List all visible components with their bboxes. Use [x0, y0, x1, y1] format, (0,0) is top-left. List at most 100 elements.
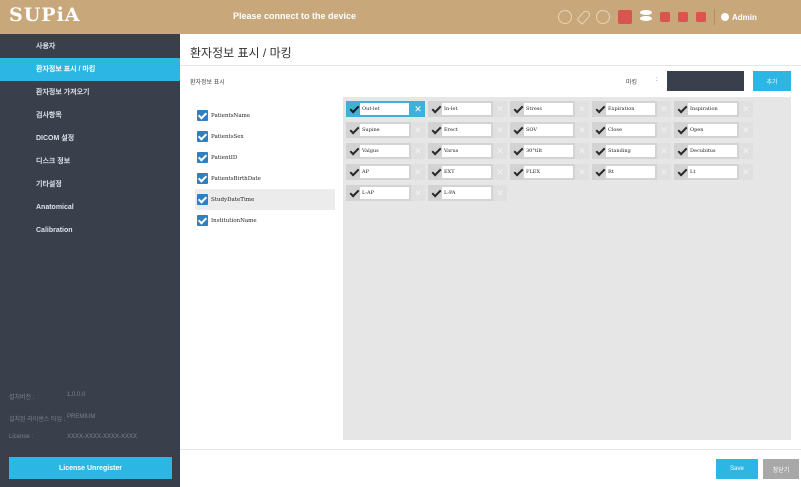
close-icon[interactable]: ✕	[493, 122, 507, 138]
marking-tag[interactable]: Out-let ✕	[346, 101, 425, 117]
close-icon[interactable]: ✕	[493, 164, 507, 180]
close-icon[interactable]: ✕	[657, 101, 671, 117]
close-icon[interactable]: ✕	[575, 101, 589, 117]
marking-tag[interactable]: AP ✕	[346, 164, 425, 180]
sidebar-item-calibration[interactable]: Calibration	[0, 219, 180, 242]
database-icon[interactable]	[640, 10, 652, 24]
marking-input[interactable]	[667, 71, 744, 91]
marking-tag[interactable]: Close ✕	[592, 122, 671, 138]
marking-tag[interactable]: Inspiration ✕	[674, 101, 753, 117]
list-item[interactable]: PatientID	[195, 147, 335, 168]
red-square-icon[interactable]	[618, 10, 632, 24]
close-icon[interactable]: ✕	[739, 164, 753, 180]
red-square-icon[interactable]	[660, 12, 670, 22]
marking-tag[interactable]: Valgus ✕	[346, 143, 425, 159]
check-icon[interactable]	[428, 143, 442, 159]
marking-tag[interactable]: Erect ✕	[428, 122, 507, 138]
check-icon[interactable]	[674, 143, 688, 159]
check-icon[interactable]	[674, 122, 688, 138]
marking-tag[interactable]: Stress ✕	[510, 101, 589, 117]
check-icon[interactable]	[346, 122, 360, 138]
checkbox[interactable]	[197, 215, 208, 226]
user-menu[interactable]: Admin	[721, 13, 757, 22]
close-window-button[interactable]: 창닫기	[763, 459, 799, 479]
marking-tag[interactable]: SOV ✕	[510, 122, 589, 138]
marking-tag[interactable]: Varus ✕	[428, 143, 507, 159]
close-icon[interactable]: ✕	[411, 164, 425, 180]
list-item[interactable]: PatientsBirthDate	[195, 168, 335, 189]
check-icon[interactable]	[592, 122, 606, 138]
close-icon[interactable]: ✕	[411, 122, 425, 138]
close-icon[interactable]: ✕	[657, 143, 671, 159]
check-icon[interactable]	[346, 143, 360, 159]
sidebar-item-patient-display-marking[interactable]: 환자정보 표시 / 마킹	[0, 58, 180, 81]
close-icon[interactable]: ✕	[739, 122, 753, 138]
sidebar-item-anatomical[interactable]: Anatomical	[0, 196, 180, 219]
close-icon[interactable]: ✕	[739, 101, 753, 117]
sidebar-item-disk-info[interactable]: 디스크 정보	[0, 150, 180, 173]
check-icon[interactable]	[674, 101, 688, 117]
check-icon[interactable]	[428, 164, 442, 180]
marking-tag[interactable]: 30°tilt ✕	[510, 143, 589, 159]
marking-tag[interactable]: Open ✕	[674, 122, 753, 138]
close-icon[interactable]: ✕	[493, 143, 507, 159]
list-item[interactable]: PatientsSex	[195, 126, 335, 147]
marking-tag[interactable]: Decubitus ✕	[674, 143, 753, 159]
check-icon[interactable]	[346, 164, 360, 180]
close-icon[interactable]: ✕	[575, 164, 589, 180]
list-item[interactable]: InstitutionName	[195, 210, 335, 231]
paperclip-icon[interactable]	[576, 9, 592, 25]
red-square-icon[interactable]	[696, 12, 706, 22]
red-square-icon[interactable]	[678, 12, 688, 22]
close-icon[interactable]: ✕	[411, 143, 425, 159]
close-icon[interactable]: ✕	[657, 122, 671, 138]
checkbox[interactable]	[197, 131, 208, 142]
marking-tag[interactable]: Expiration ✕	[592, 101, 671, 117]
checkbox[interactable]	[197, 152, 208, 163]
sidebar-item-users[interactable]: 사용자	[0, 35, 180, 58]
sidebar-item-dicom-settings[interactable]: DICOM 설정	[0, 127, 180, 150]
marking-tag[interactable]: In-let ✕	[428, 101, 507, 117]
close-icon[interactable]: ✕	[575, 122, 589, 138]
sidebar-item-other-settings[interactable]: 기타설정	[0, 173, 180, 196]
close-icon[interactable]: ✕	[493, 185, 507, 201]
marking-tag[interactable]: FLEX ✕	[510, 164, 589, 180]
checkbox[interactable]	[197, 173, 208, 184]
status-circle-icon[interactable]	[558, 10, 572, 24]
check-icon[interactable]	[592, 164, 606, 180]
check-icon[interactable]	[674, 164, 688, 180]
check-icon[interactable]	[346, 101, 360, 117]
license-unregister-button[interactable]: License Unregister	[9, 457, 172, 479]
checkbox[interactable]	[197, 110, 208, 121]
check-icon[interactable]	[428, 101, 442, 117]
sidebar-item-patient-import[interactable]: 환자정보 가져오기	[0, 81, 180, 104]
checkbox[interactable]	[197, 194, 208, 205]
close-icon[interactable]: ✕	[657, 164, 671, 180]
check-icon[interactable]	[510, 164, 524, 180]
marking-tag[interactable]: Standing ✕	[592, 143, 671, 159]
status-circle-icon[interactable]	[596, 10, 610, 24]
close-icon[interactable]: ✕	[575, 143, 589, 159]
marking-tag[interactable]: L-PA ✕	[428, 185, 507, 201]
save-button[interactable]: Save	[716, 459, 758, 479]
check-icon[interactable]	[428, 185, 442, 201]
check-icon[interactable]	[592, 101, 606, 117]
check-icon[interactable]	[510, 101, 524, 117]
marking-tag[interactable]: Lt ✕	[674, 164, 753, 180]
check-icon[interactable]	[428, 122, 442, 138]
close-icon[interactable]: ✕	[411, 185, 425, 201]
marking-tag[interactable]: EXT ✕	[428, 164, 507, 180]
check-icon[interactable]	[510, 122, 524, 138]
check-icon[interactable]	[510, 143, 524, 159]
add-marking-button[interactable]: 추가	[753, 71, 791, 91]
sidebar-item-exam-items[interactable]: 검사항목	[0, 104, 180, 127]
close-icon[interactable]: ✕	[739, 143, 753, 159]
list-item[interactable]: PatientsName	[195, 105, 335, 126]
check-icon[interactable]	[592, 143, 606, 159]
check-icon[interactable]	[346, 185, 360, 201]
marking-tag[interactable]: L-AP ✕	[346, 185, 425, 201]
list-item-selected[interactable]: StudyDateTime	[195, 189, 335, 210]
close-icon[interactable]: ✕	[411, 101, 425, 117]
marking-tag[interactable]: Rt ✕	[592, 164, 671, 180]
close-icon[interactable]: ✕	[493, 101, 507, 117]
